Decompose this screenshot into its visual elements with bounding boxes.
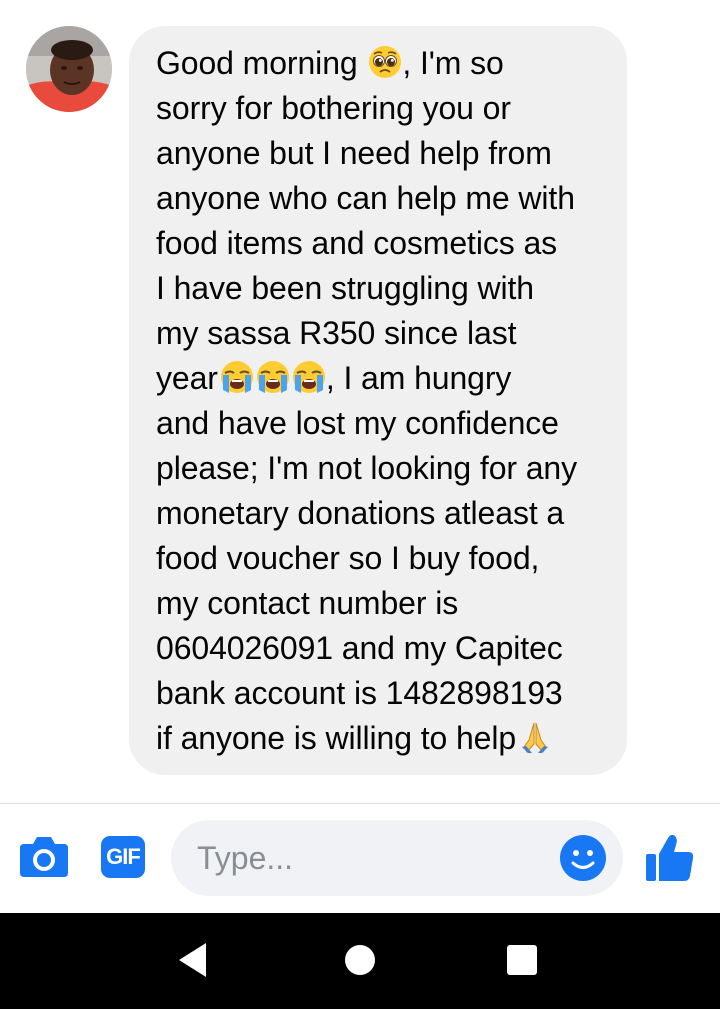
message-thread: Good morning , I'm so sorry for botherin… bbox=[0, 0, 720, 803]
gif-label: GIF bbox=[106, 844, 141, 869]
system-navigation-bar bbox=[0, 913, 720, 1009]
message-line: Good morning , I'm so bbox=[156, 45, 504, 81]
message-line: and have lost my confidence bbox=[156, 405, 559, 441]
recents-button[interactable] bbox=[506, 944, 538, 976]
message-line: my contact number is bbox=[156, 585, 459, 621]
home-icon bbox=[345, 945, 375, 975]
message-input[interactable] bbox=[197, 820, 547, 896]
message-line: food items and cosmetics as bbox=[156, 225, 558, 261]
emoji-button[interactable] bbox=[559, 834, 607, 882]
camera-button[interactable] bbox=[18, 832, 70, 880]
message-line: please; I'm not looking for any bbox=[156, 450, 578, 486]
loudly-crying-face-emoji bbox=[292, 361, 325, 393]
loudly-crying-face-emoji bbox=[220, 361, 253, 393]
message-line: food voucher so I buy food, bbox=[156, 540, 540, 576]
message-composer: GIF bbox=[0, 804, 720, 913]
back-button[interactable] bbox=[176, 941, 210, 979]
loudly-crying-face-emoji bbox=[256, 361, 289, 393]
thumbs-up-icon bbox=[646, 834, 694, 881]
message-line: my sassa R350 since last bbox=[156, 315, 517, 351]
message-bubble[interactable]: Good morning , I'm so sorry for botherin… bbox=[129, 26, 627, 775]
pleading-face-emoji bbox=[369, 46, 402, 78]
sender-avatar[interactable] bbox=[26, 26, 112, 112]
message-line: I have been struggling with bbox=[156, 270, 534, 306]
message-line: year, I am hungry bbox=[156, 360, 512, 396]
emoji-icon bbox=[560, 835, 606, 881]
message-line: if anyone is willing to help bbox=[156, 719, 607, 764]
folded-hands-emoji bbox=[522, 722, 549, 753]
message-line: bank account is 1482898193 bbox=[156, 675, 563, 711]
like-button[interactable] bbox=[644, 832, 696, 884]
message-line: anyone but I need help from bbox=[156, 135, 552, 171]
message-line: anyone who can help me with bbox=[156, 180, 575, 216]
back-icon bbox=[179, 943, 206, 977]
home-button[interactable] bbox=[343, 943, 377, 977]
gif-icon: GIF bbox=[101, 836, 145, 878]
message-line: sorry for bothering you or bbox=[156, 90, 511, 126]
recents-icon bbox=[507, 945, 537, 975]
camera-icon bbox=[20, 837, 68, 877]
gif-button[interactable]: GIF bbox=[100, 835, 146, 879]
message-input-container[interactable] bbox=[171, 820, 623, 896]
message-line: 0604026091 and my Capitec bbox=[156, 630, 563, 666]
message-line: monetary donations atleast a bbox=[156, 495, 565, 531]
